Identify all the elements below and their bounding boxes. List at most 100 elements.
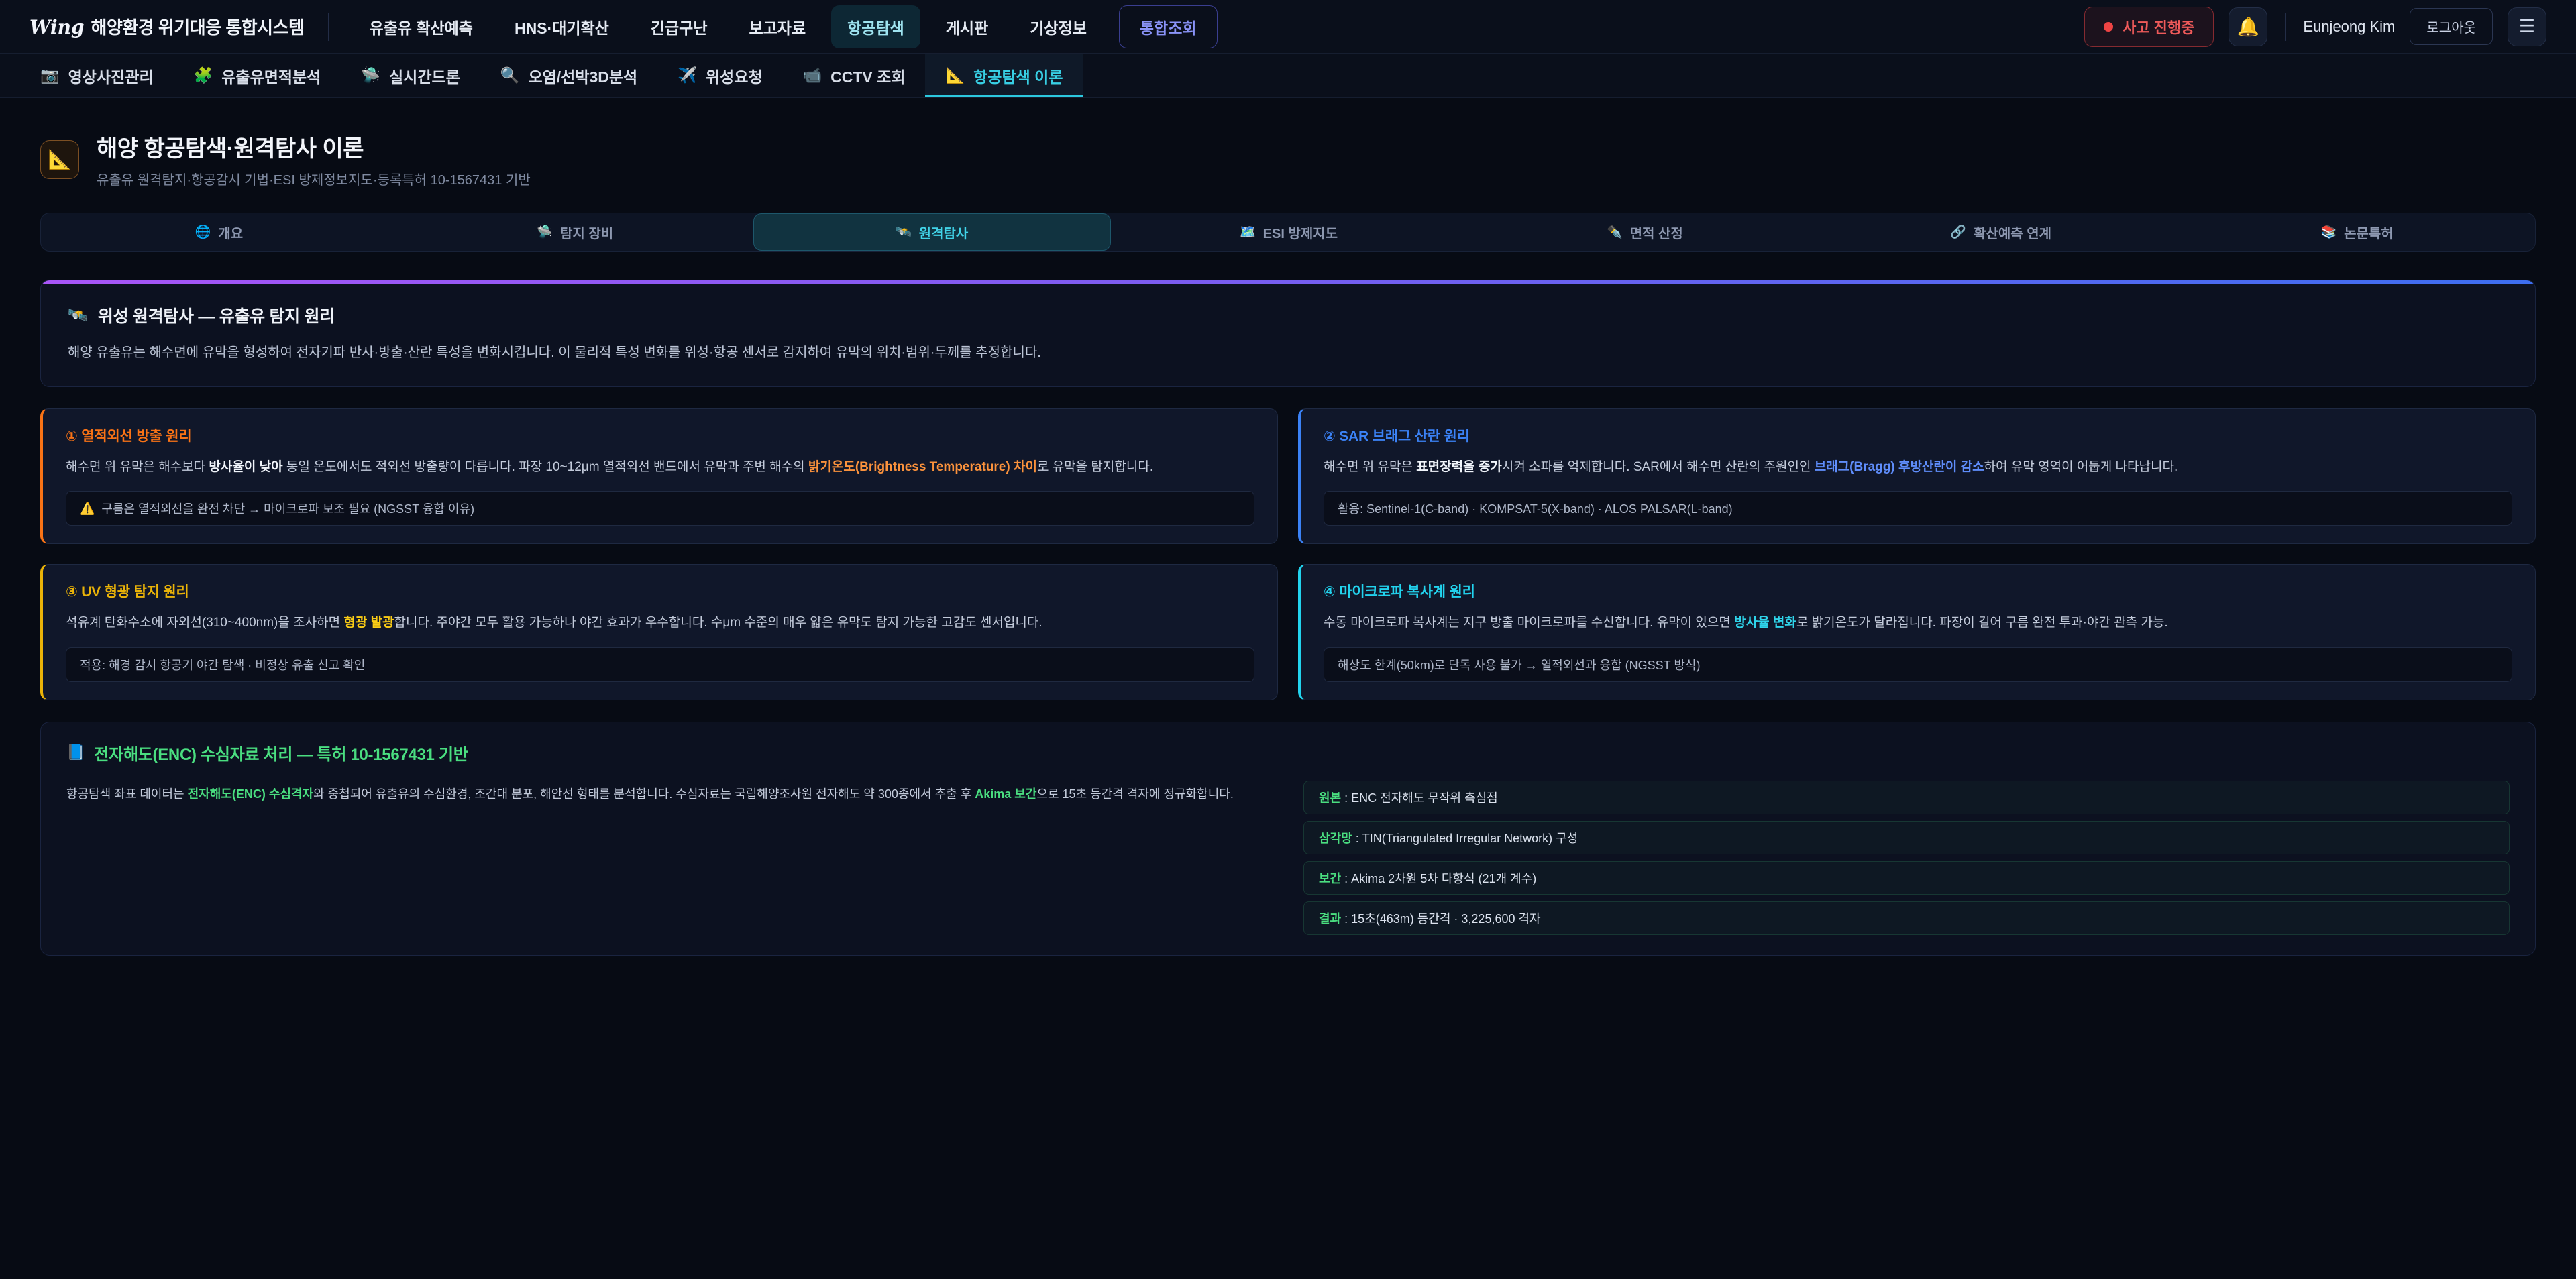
nav-item-oil-spill-forecast[interactable]: 유출유 확산예측 [353, 5, 489, 48]
sub-navbar: 📷 영상사진관리 🧩 유출유면적분석 🛸 실시간드론 🔍 오염/선박3D분석 ✈… [0, 54, 2576, 98]
status-dot-icon [2104, 22, 2113, 32]
card-note: ⚠️ 구름은 열적외선을 완전 차단 → 마이크로파 보조 필요 (NGSST … [66, 491, 1254, 526]
tab-overview[interactable]: 🌐 개요 [41, 213, 397, 251]
tab-detection-equipment[interactable]: 🛸 탐지 장비 [397, 213, 753, 251]
card-body: 해수면 위 유막은 표면장력을 증가시켜 소파를 억제합니다. SAR에서 해수… [1324, 457, 2512, 478]
bell-icon: 🔔 [2237, 16, 2260, 38]
card-note: 적용: 해경 감시 항공기 야간 탐색 · 비정상 유출 신고 확인 [66, 647, 1254, 682]
enc-row-text: TIN(Triangulated Irregular Network) 구성 [1362, 832, 1578, 845]
nav-item-emergency-rescue[interactable]: 긴급구난 [635, 5, 724, 48]
enc-row-separator: : [1341, 872, 1351, 885]
enc-row-interpolation: 보간 : Akima 2차원 5차 다항식 (21개 계수) [1303, 861, 2510, 895]
tab-label: 원격탐사 [919, 223, 969, 242]
puzzle-icon: 🧩 [194, 66, 213, 85]
camera-icon: 📷 [40, 66, 60, 85]
subtab-label: CCTV 조회 [830, 64, 905, 87]
incident-status-label: 사고 진행중 [2123, 16, 2194, 38]
subtab-pollution-ship-3d[interactable]: 🔍 오염/선박3D분석 [480, 54, 657, 97]
subtab-oil-area-analysis[interactable]: 🧩 유출유면적분석 [174, 54, 341, 97]
remote-sensing-principle-section: 🛰️ 위성 원격탐사 — 유출유 탐지 원리 해양 유출유는 해수면에 유막을 … [40, 280, 2536, 387]
section-body: 해양 유출유는 해수면에 유막을 형성하여 전자기파 반사·방출·산란 특성을 … [68, 342, 2508, 364]
nav-item-integrated-search[interactable]: 통합조회 [1119, 5, 1218, 48]
enc-process-rows: 원본 : ENC 전자해도 무작위 측심점 삼각망 : TIN(Triangul… [1303, 781, 2510, 935]
hamburger-menu-button[interactable]: ☰ [2508, 7, 2546, 46]
page-title-block: 해양 항공탐색·원격탐사 이론 유출유 원격탐지·항공감시 기법·ESI 방제정… [97, 130, 531, 188]
card-body: 수동 마이크로파 복사계는 지구 방출 마이크로파를 수신합니다. 유막이 있으… [1324, 612, 2512, 633]
page-subtitle: 유출유 원격탐지·항공감시 기법·ESI 방제정보지도·등록특허 10-1567… [97, 169, 531, 188]
enc-row-separator: : [1341, 791, 1351, 805]
satellite-icon: 🛰️ [896, 224, 912, 240]
enc-row-result: 결과 : 15초(463m) 등간격 · 3,225,600 격자 [1303, 901, 2510, 935]
subtab-aerial-search-theory[interactable]: 📐 항공탐색 이론 [925, 54, 1083, 97]
subtab-label: 유출유면적분석 [221, 64, 321, 87]
subtab-image-photo-management[interactable]: 📷 영상사진관리 [20, 54, 174, 97]
page-header: 📐 해양 항공탐색·원격탐사 이론 유출유 원격탐지·항공감시 기법·ESI 방… [40, 130, 2536, 188]
subtab-label: 항공탐색 이론 [973, 64, 1063, 87]
card-body: 석유계 탄화수소에 자외선(310~400nm)을 조사하면 형광 발광합니다.… [66, 612, 1254, 633]
subtab-label: 영상사진관리 [68, 64, 154, 87]
card-note: 활용: Sentinel-1(C-band) · KOMPSAT-5(X-ban… [1324, 491, 2512, 526]
subtab-label: 위성요청 [706, 64, 763, 87]
page-icon-box: 📐 [40, 140, 79, 179]
tab-esi-map[interactable]: 🗺️ ESI 방제지도 [1111, 213, 1467, 251]
enc-row-label: 결과 [1319, 912, 1341, 926]
section-tabs: 🌐 개요 🛸 탐지 장비 🛰️ 원격탐사 🗺️ ESI 방제지도 ✒️ 면적 산… [40, 213, 2536, 252]
card-note-text: 구름은 열적외선을 완전 차단 → 마이크로파 보조 필요 (NGSST 융합 … [101, 500, 474, 517]
card-title: ③ UV 형광 탐지 원리 [66, 581, 1254, 601]
globe-icon: 🌐 [195, 224, 211, 240]
tab-remote-sensing[interactable]: 🛰️ 원격탐사 [753, 213, 1111, 251]
notification-bell-button[interactable]: 🔔 [2229, 7, 2267, 46]
enc-row-text: Akima 2차원 5차 다항식 (21개 계수) [1351, 872, 1536, 885]
airplane-icon: ✈️ [678, 66, 697, 85]
card-note-text: 해상도 한계(50km)로 단독 사용 불가 → 열적외선과 융합 (NGSST… [1338, 656, 1700, 673]
user-name: Eunjeong Kim [2303, 18, 2395, 36]
logout-button[interactable]: 로그아웃 [2410, 8, 2493, 45]
card-sar-bragg: ② SAR 브래그 산란 원리 해수면 위 유막은 표면장력을 증가시켜 소파를… [1298, 408, 2536, 544]
flying-saucer-icon: 🛸 [361, 66, 380, 85]
enc-row-text: ENC 전자해도 무작위 측심점 [1351, 791, 1498, 805]
subtab-realtime-drone[interactable]: 🛸 실시간드론 [341, 54, 480, 97]
tab-label: 개요 [218, 223, 243, 242]
map-icon: 🗺️ [1240, 224, 1256, 240]
nav-item-weather-info[interactable]: 기상정보 [1014, 5, 1103, 48]
hamburger-icon: ☰ [2519, 16, 2535, 37]
subtab-cctv-view[interactable]: 📹 CCTV 조회 [783, 54, 926, 97]
subtab-label: 실시간드론 [389, 64, 460, 87]
nav-item-hns-atmosphere[interactable]: HNS·대기확산 [498, 5, 625, 48]
triangle-ruler-icon: 📐 [945, 66, 965, 85]
nav-item-reports[interactable]: 보고자료 [733, 5, 822, 48]
video-camera-icon: 📹 [803, 66, 822, 85]
topbar-right-cluster: 사고 진행중 🔔 Eunjeong Kim 로그아웃 ☰ [2084, 7, 2546, 47]
nav-item-board[interactable]: 게시판 [930, 5, 1004, 48]
magnifier-icon: 🔍 [500, 66, 520, 85]
card-title: ② SAR 브래그 산란 원리 [1324, 425, 2512, 445]
card-title: ① 열적외선 방출 원리 [66, 425, 1254, 445]
subtab-label: 오염/선박3D분석 [528, 64, 637, 87]
enc-content: 항공탐색 좌표 데이터는 전자해도(ENC) 수심격자와 중첩되어 유출유의 수… [66, 781, 2510, 935]
enc-bathymetry-section: 📘 전자해도(ENC) 수심자료 처리 — 특허 10-1567431 기반 항… [40, 722, 2536, 956]
tab-label: 면적 산정 [1630, 223, 1683, 242]
card-note-text: 적용: 해경 감시 항공기 야간 탐색 · 비정상 유출 신고 확인 [80, 656, 365, 673]
pen-icon: ✒️ [1607, 224, 1623, 240]
tab-label: 확산예측 연계 [1974, 223, 2051, 242]
nav-item-aerial-search[interactable]: 항공탐색 [831, 5, 920, 48]
enc-row-label: 삼각망 [1319, 832, 1352, 845]
tab-diffusion-forecast-link[interactable]: 🔗 확산예측 연계 [1823, 213, 2179, 251]
card-body: 해수면 위 유막은 해수보다 방사율이 낮아 동일 온도에서도 적외선 방출량이… [66, 457, 1254, 478]
card-note-text: 활용: Sentinel-1(C-band) · KOMPSAT-5(X-ban… [1338, 500, 1733, 517]
triangle-ruler-icon: 📐 [48, 148, 72, 170]
subtab-satellite-request[interactable]: ✈️ 위성요청 [657, 54, 782, 97]
tab-papers-patents[interactable]: 📚 논문특허 [2179, 213, 2535, 251]
tab-area-calculation[interactable]: ✒️ 면적 산정 [1466, 213, 1823, 251]
divider [328, 13, 329, 41]
principle-cards-grid: ① 열적외선 방출 원리 해수면 위 유막은 해수보다 방사율이 낮아 동일 온… [40, 408, 2536, 700]
logo-wing-icon: Wing [30, 16, 85, 38]
link-icon: 🔗 [1950, 224, 1966, 240]
enc-section-title: 전자해도(ENC) 수심자료 처리 — 특허 10-1567431 기반 [94, 741, 468, 765]
card-thermal-infrared: ① 열적외선 방출 원리 해수면 위 유막은 해수보다 방사율이 낮아 동일 온… [40, 408, 1278, 544]
section-title: 위성 원격탐사 — 유출유 탐지 원리 [98, 303, 335, 327]
incident-status-badge[interactable]: 사고 진행중 [2084, 7, 2214, 47]
app-logo[interactable]: Wing 해양환경 위기대응 통합시스템 [30, 14, 304, 39]
book-icon: 📘 [66, 744, 85, 761]
enc-title-row: 📘 전자해도(ENC) 수심자료 처리 — 특허 10-1567431 기반 [66, 741, 2510, 765]
